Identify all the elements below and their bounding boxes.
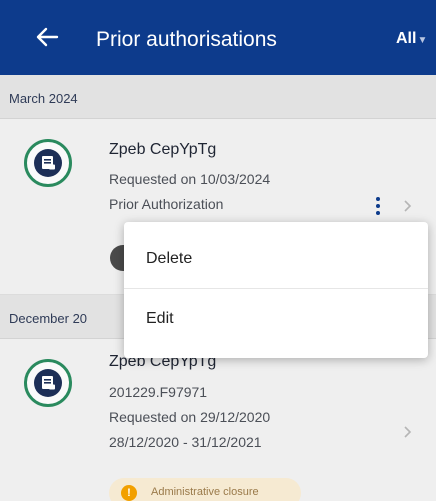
section-header-label: March 2024 bbox=[9, 91, 78, 106]
document-glyph bbox=[34, 149, 62, 177]
more-options-icon[interactable] bbox=[374, 196, 382, 216]
caret-down-icon: ▼ bbox=[417, 35, 428, 46]
filter-label: All bbox=[396, 30, 417, 47]
document-glyph bbox=[34, 369, 62, 397]
item-name: Zpeb CepYpTg bbox=[109, 141, 217, 158]
warning-icon: ! bbox=[121, 485, 137, 501]
item-type: Prior Authorization bbox=[109, 196, 224, 212]
validity-period: 28/12/2020 - 31/12/2021 bbox=[109, 434, 262, 450]
section-header-march-2024: March 2024 bbox=[0, 75, 436, 119]
arrow-left-icon[interactable] bbox=[34, 24, 60, 50]
page-title: Prior authorisations bbox=[96, 28, 277, 51]
document-icon bbox=[24, 359, 72, 407]
document-icon bbox=[24, 139, 72, 187]
requested-date: Requested on 29/12/2020 bbox=[109, 409, 271, 425]
chevron-right-icon[interactable] bbox=[400, 199, 414, 213]
section-header-label: December 20 bbox=[9, 311, 88, 326]
requested-date: Requested on 10/03/2024 bbox=[109, 171, 271, 187]
status-label: Administrative closure bbox=[151, 486, 259, 498]
menu-item-label: Edit bbox=[146, 310, 174, 327]
reference-number: 201229.F97971 bbox=[109, 384, 208, 400]
menu-item-label: Delete bbox=[146, 250, 193, 267]
filter-dropdown[interactable]: All▼ bbox=[396, 30, 427, 48]
menu-item-delete[interactable]: Delete bbox=[124, 228, 428, 292]
chevron-right-icon[interactable] bbox=[400, 425, 414, 439]
menu-item-edit[interactable]: Edit bbox=[124, 288, 428, 352]
app-bar: Prior authorisations All▼ bbox=[0, 0, 436, 75]
status-badge: ! Administrative closure bbox=[109, 478, 301, 501]
prior-authorisations-screen: Prior authorisations All▼ March 2024 Zpe… bbox=[0, 0, 436, 501]
authorisation-card[interactable]: Zpeb CepYpTg 201229.F97971 Requested on … bbox=[0, 339, 436, 501]
context-menu: Delete Edit bbox=[124, 222, 428, 358]
